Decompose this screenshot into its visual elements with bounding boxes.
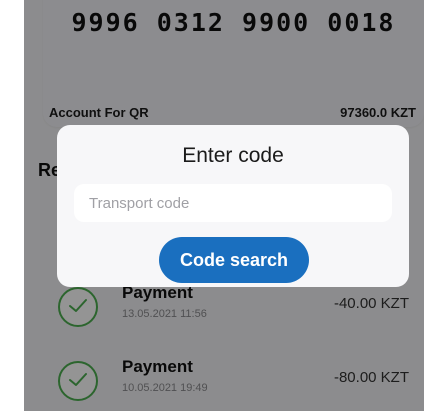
app-screen: 9996 0312 9900 0018 Account For QR 97360… bbox=[24, 0, 424, 411]
dialog-title: Enter code bbox=[182, 144, 284, 167]
code-search-button[interactable]: Code search bbox=[159, 237, 309, 283]
enter-code-dialog: Enter code Code search bbox=[57, 125, 409, 287]
transport-code-input[interactable] bbox=[74, 184, 392, 222]
